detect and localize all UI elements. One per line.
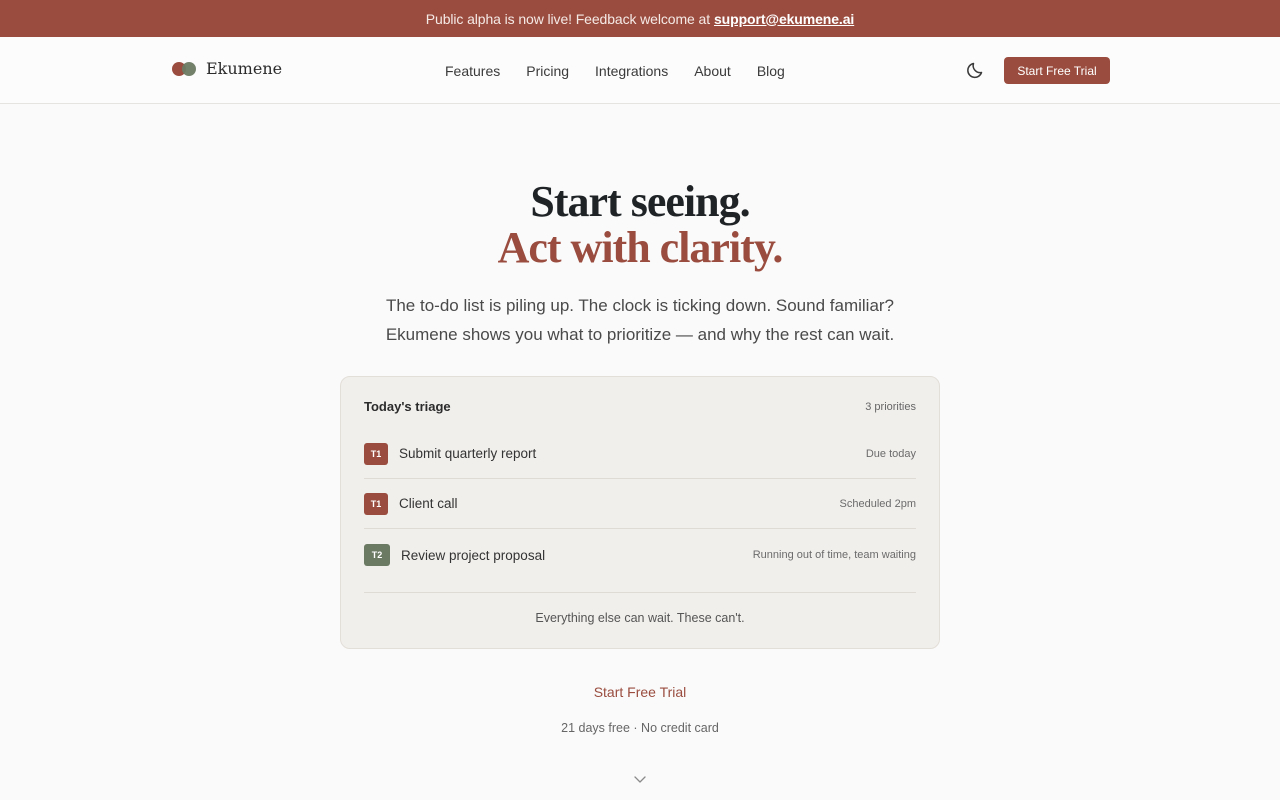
task-row: T1 Submit quarterly report Due today xyxy=(364,429,916,479)
nav-link-pricing[interactable]: Pricing xyxy=(526,63,569,79)
hero-subtitle: The to-do list is piling up. The clock i… xyxy=(0,291,1280,349)
card-footer: Everything else can wait. These can't. xyxy=(364,592,916,625)
start-free-trial-link[interactable]: Start Free Trial xyxy=(0,684,1280,700)
moon-icon[interactable] xyxy=(966,60,986,80)
brand-name: Ekumene xyxy=(206,59,283,78)
task-label: Client call xyxy=(399,496,458,511)
top-nav: Ekumene Features Pricing Integrations Ab… xyxy=(0,37,1280,104)
task-row: T1 Client call Scheduled 2pm xyxy=(364,479,916,529)
hero-heading-accent: Act with clarity. xyxy=(497,223,784,272)
triage-card: Today's triage 3 priorities T1 Submit qu… xyxy=(340,376,940,649)
task-row: T2 Review project proposal Running out o… xyxy=(364,530,916,580)
hero-heading: Start seeing. xyxy=(530,177,750,226)
start-free-trial-button[interactable]: Start Free Trial xyxy=(1004,57,1110,84)
nav-link-integrations[interactable]: Integrations xyxy=(595,63,668,79)
priority-tag: T2 xyxy=(364,544,390,566)
hero-subtitle-line1: The to-do list is piling up. The clock i… xyxy=(385,296,895,315)
nav-link-about[interactable]: About xyxy=(694,63,731,79)
priority-tag: T1 xyxy=(364,492,388,515)
logo-mark-icon xyxy=(172,61,198,77)
priority-count: 3 priorities xyxy=(865,401,916,413)
nav-links: Features Pricing Integrations About Blog xyxy=(445,37,811,104)
hero-subtitle-line2: Ekumene shows you what to prioritize — a… xyxy=(385,325,895,344)
nav-link-features[interactable]: Features xyxy=(445,63,500,79)
nav-link-blog[interactable]: Blog xyxy=(757,63,785,79)
task-meta: Due today xyxy=(865,447,916,460)
card-title: Today's triage xyxy=(364,399,451,414)
chevron-down-icon[interactable] xyxy=(633,774,647,784)
trial-terms: 21 days free · No credit card xyxy=(561,721,719,735)
announcement-banner: Public alpha is now live! Feedback welco… xyxy=(0,0,1280,37)
task-label: Review project proposal xyxy=(401,547,546,563)
task-label: Submit quarterly report xyxy=(399,446,537,461)
brand-logo[interactable]: Ekumene xyxy=(172,59,282,78)
task-meta: Running out of time, team waiting xyxy=(752,549,916,561)
banner-text: Public alpha is now live! Feedback welco… xyxy=(425,10,710,27)
priority-tag: T1 xyxy=(364,442,388,465)
task-meta: Scheduled 2pm xyxy=(839,497,916,510)
support-email-link[interactable]: support@ekumene.ai xyxy=(714,11,854,27)
